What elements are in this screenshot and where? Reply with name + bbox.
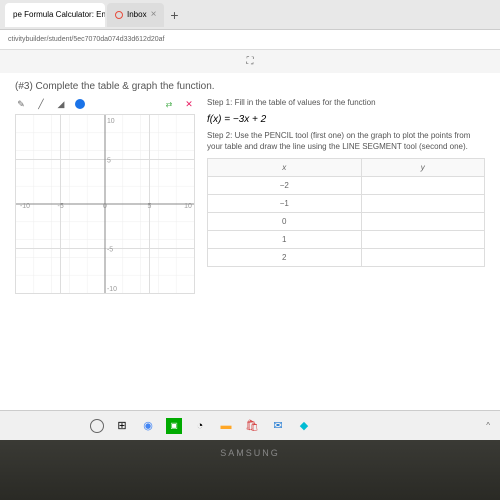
tab-active[interactable]: pe Formula Calculator: Enter ×: [5, 3, 105, 27]
svg-text:5: 5: [148, 203, 152, 210]
tab-inactive[interactable]: Inbox ×: [107, 3, 164, 27]
pencil-tool-icon[interactable]: ✎: [15, 98, 27, 110]
inbox-icon: [115, 11, 123, 19]
clear-icon[interactable]: ✕: [183, 98, 195, 110]
svg-text:-10: -10: [107, 286, 117, 293]
close-icon[interactable]: ×: [151, 9, 157, 20]
svg-text:5: 5: [107, 157, 111, 164]
y-cell[interactable]: [361, 213, 484, 231]
svg-text:0: 0: [103, 203, 107, 210]
y-cell[interactable]: [361, 249, 484, 267]
line-tool-icon[interactable]: ╱: [35, 98, 47, 110]
svg-text:10: 10: [184, 203, 192, 210]
laptop-bezel: SAMSUNG: [0, 440, 500, 500]
y-cell[interactable]: [361, 177, 484, 195]
table-row: −1: [208, 195, 485, 213]
table-row: −2: [208, 177, 485, 195]
column-header-y: y: [361, 159, 484, 177]
values-table: x y −2 −1 0 1 2: [207, 158, 485, 267]
coordinate-graph[interactable]: -10 -5 0 5 10 10 5 -5 -10: [15, 114, 195, 294]
steam-icon[interactable]: ◔: [192, 418, 208, 434]
table-row: 2: [208, 249, 485, 267]
tray-caret[interactable]: ^: [486, 421, 490, 430]
svg-text:10: 10: [107, 118, 115, 125]
task-view-icon[interactable]: ⊞: [114, 418, 130, 434]
tab-title: pe Formula Calculator: Enter: [13, 10, 105, 19]
y-cell[interactable]: [361, 231, 484, 249]
new-tab-button[interactable]: +: [170, 7, 178, 23]
cortana-icon[interactable]: [90, 419, 104, 433]
swap-icon[interactable]: ⇄: [163, 98, 175, 110]
page-content: (#3) Complete the table & graph the func…: [0, 73, 500, 423]
url-bar[interactable]: ctivitybuilder/student/5ec7070da074d33d6…: [0, 30, 500, 50]
step2-text: Step 2: Use the PENCIL tool (first one) …: [207, 131, 485, 152]
y-cell[interactable]: [361, 195, 484, 213]
svg-text:-10: -10: [20, 203, 30, 210]
windows-taskbar: ⊞ ◉ ▣ ◔ ▬ 🛍 ✉ ◆ ^: [0, 410, 500, 440]
table-row: 0: [208, 213, 485, 231]
eraser-tool-icon[interactable]: ◢: [55, 98, 67, 110]
tab-title: Inbox: [127, 10, 147, 19]
color-picker-icon[interactable]: [75, 99, 85, 109]
function-formula: f(x) = −3x + 2: [207, 114, 485, 125]
question-title: (#3) Complete the table & graph the func…: [15, 81, 485, 92]
mail-icon[interactable]: ✉: [270, 418, 286, 434]
url-text: ctivitybuilder/student/5ec7070da074d33d6…: [8, 36, 164, 43]
graph-toolbar: ✎ ╱ ◢ ⇄ ✕: [15, 98, 195, 110]
svg-text:-5: -5: [58, 203, 64, 210]
store-icon[interactable]: 🛍: [244, 418, 260, 434]
laptop-brand: SAMSUNG: [0, 440, 500, 458]
fullscreen-icon[interactable]: ⛶: [0, 50, 500, 73]
file-icon[interactable]: ▬: [218, 418, 234, 434]
browser-tab-bar: pe Formula Calculator: Enter × Inbox × +: [0, 0, 500, 30]
app-icon-2[interactable]: ◆: [296, 418, 312, 434]
chrome-icon[interactable]: ◉: [140, 418, 156, 434]
svg-text:-5: -5: [107, 246, 113, 253]
step1-text: Step 1: Fill in the table of values for …: [207, 98, 485, 108]
column-header-x: x: [208, 159, 362, 177]
app-icon[interactable]: ▣: [166, 418, 182, 434]
table-row: 1: [208, 231, 485, 249]
